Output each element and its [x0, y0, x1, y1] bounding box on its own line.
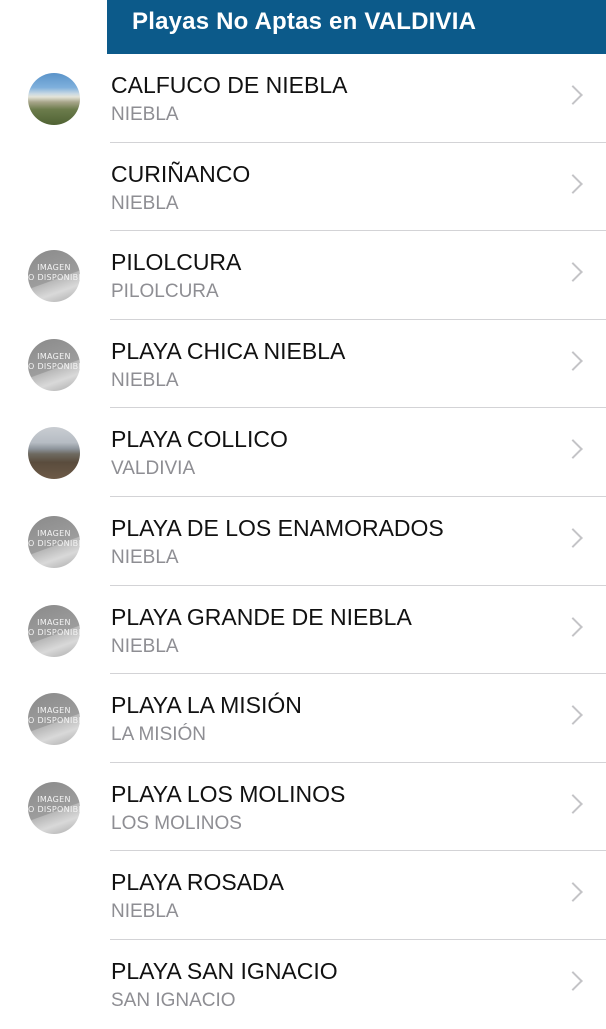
list-item[interactable]: IMAGEN O DISPONIBL PLAYA CHICA NIEBLA NIE… [0, 320, 606, 409]
beach-name: PILOLCURA [111, 249, 242, 276]
image-unavailable-thumbnail: IMAGEN O DISPONIBL [28, 515, 80, 568]
beach-name: PLAYA GRANDE DE NIEBLA [111, 603, 412, 630]
placeholder-text: O DISPONIBL [28, 804, 80, 814]
placeholder-text: IMAGEN [37, 794, 71, 804]
beach-location: NIEBLA [111, 369, 179, 391]
chevron-right-icon [563, 616, 583, 637]
list-item[interactable]: CURIÑANCO NIEBLA [0, 143, 606, 232]
placeholder-text: IMAGEN [37, 263, 71, 273]
beach-thumbnail [28, 427, 80, 480]
placeholder-text: O DISPONIBL [28, 538, 80, 548]
chevron-right-icon [563, 439, 583, 460]
beach-location: VALDIVIA [111, 458, 196, 480]
beach-name: PLAYA DE LOS ENAMORADOS [111, 514, 444, 541]
beach-location: LA MISIÓN [111, 724, 207, 746]
beach-thumbnail [28, 73, 80, 125]
list-item[interactable]: IMAGEN O DISPONIBL PLAYA LOS MOLINOS LOS … [0, 763, 606, 852]
chevron-right-icon [563, 793, 583, 814]
beach-name: PLAYA LA MISIÓN [111, 692, 302, 719]
beach-location: NIEBLA [111, 104, 179, 125]
chevron-right-icon [563, 173, 583, 194]
beach-location: NIEBLA [111, 901, 179, 923]
image-unavailable-thumbnail: IMAGEN O DISPONIBL [28, 604, 80, 657]
beach-name: CURIÑANCO [111, 160, 251, 187]
list-item[interactable]: IMAGEN O DISPONIBL PILOLCURA PILOLCURA [0, 231, 606, 320]
placeholder-text: IMAGEN [37, 528, 71, 538]
beach-name: PLAYA CHICA NIEBLA [111, 337, 346, 364]
chevron-right-icon [563, 882, 583, 903]
chevron-right-icon [563, 705, 583, 726]
image-unavailable-thumbnail: IMAGEN O DISPONIBL [28, 781, 80, 834]
list-item[interactable]: PLAYA COLLICO VALDIVIA [0, 408, 606, 497]
beach-location: LOS MOLINOS [111, 812, 242, 834]
placeholder-text: O DISPONIBL [28, 273, 80, 283]
beach-location: SAN IGNACIO [111, 989, 236, 1011]
list-item[interactable]: PLAYA ROSADA NIEBLA [0, 851, 606, 940]
beach-name: CALFUCO DE NIEBLA [111, 72, 348, 98]
beach-location: PILOLCURA [111, 281, 219, 303]
chevron-right-icon [563, 350, 583, 371]
placeholder-text: IMAGEN [37, 706, 71, 716]
nav-header: Playas No Aptas en VALDIVIA [107, 0, 606, 54]
list-item[interactable]: CALFUCO DE NIEBLA NIEBLA [0, 54, 606, 143]
beach-location: NIEBLA [111, 635, 179, 657]
beach-name: PLAYA COLLICO [111, 426, 288, 453]
chevron-right-icon [563, 85, 583, 105]
placeholder-text: IMAGEN [37, 351, 71, 361]
image-unavailable-thumbnail: IMAGEN O DISPONIBL [28, 250, 80, 303]
image-unavailable-thumbnail: IMAGEN O DISPONIBL [28, 338, 80, 391]
chevron-right-icon [563, 528, 583, 548]
beach-location: NIEBLA [111, 192, 179, 214]
image-unavailable-thumbnail: IMAGEN O DISPONIBL [28, 693, 80, 746]
placeholder-text: IMAGEN [37, 617, 71, 627]
beach-list: CALFUCO DE NIEBLA NIEBLA CURIÑANCO NIEBL… [0, 54, 606, 1029]
placeholder-text: O DISPONIBL [28, 716, 80, 726]
list-item[interactable]: IMAGEN O DISPONIBL PLAYA LA MISIÓN LA MIS… [0, 674, 606, 763]
page-title: Playas No Aptas en VALDIVIA [132, 8, 477, 35]
chevron-right-icon [563, 262, 583, 283]
list-item[interactable]: IMAGEN O DISPONIBL PLAYA DE LOS ENAMORADO… [0, 497, 606, 586]
list-item[interactable]: IMAGEN O DISPONIBL PLAYA GRANDE DE NIEBLA… [0, 586, 606, 675]
beach-name: PLAYA ROSADA [111, 869, 284, 896]
placeholder-text: O DISPONIBL [28, 361, 80, 371]
beach-name: PLAYA SAN IGNACIO [111, 957, 338, 984]
chevron-right-icon [563, 971, 583, 991]
beach-name: PLAYA LOS MOLINOS [111, 780, 346, 807]
placeholder-text: O DISPONIBL [28, 627, 80, 637]
beach-location: NIEBLA [111, 546, 179, 568]
list-item[interactable]: PLAYA SAN IGNACIO SAN IGNACIO [0, 940, 606, 1029]
